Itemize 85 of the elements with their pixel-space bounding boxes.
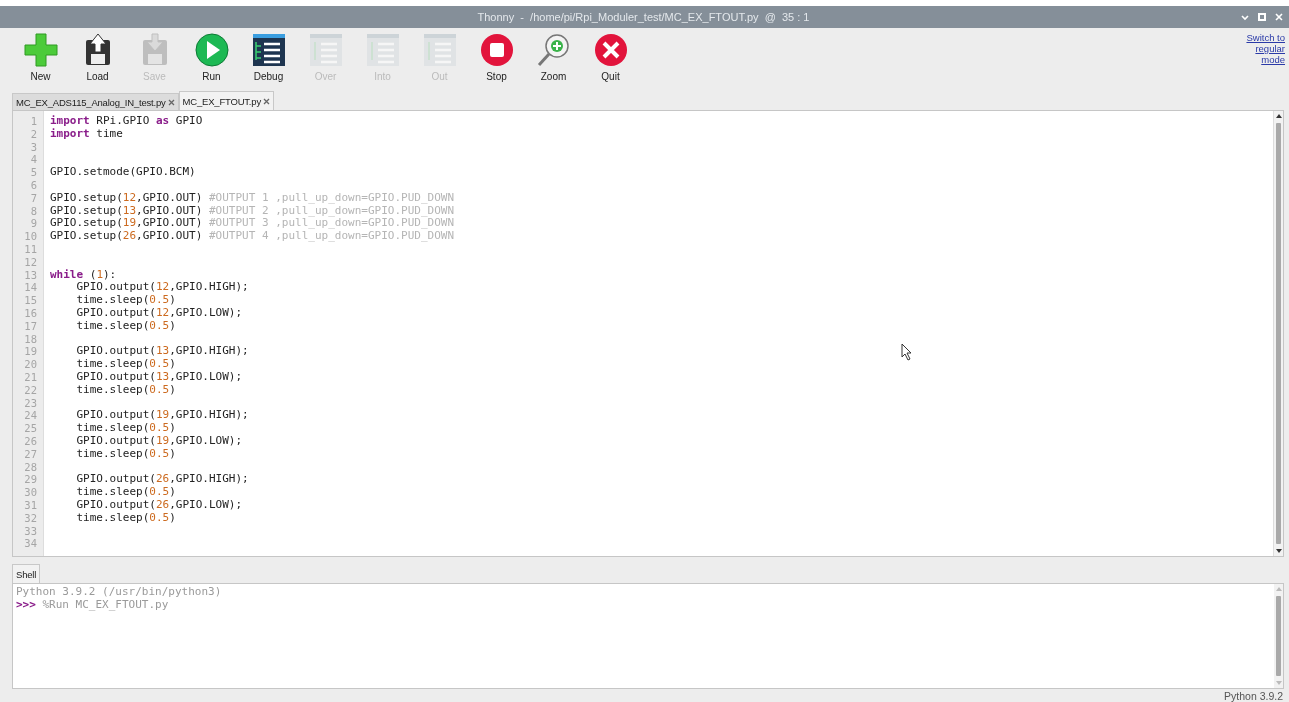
code-line: GPIO.setup(26,GPIO.OUT) #OUTPUT 4 ,pull_up_down=GPIO.PUD_DOWN xyxy=(50,230,454,243)
line-number: 6 xyxy=(29,179,38,192)
code-line: GPIO.output(19,GPIO.HIGH); xyxy=(75,409,249,423)
code-line: GPIO.output(26,GPIO.LOW); xyxy=(75,498,243,512)
line-number: 12 xyxy=(23,255,38,269)
maximize-icon xyxy=(1258,13,1266,21)
line-number: 15 xyxy=(23,294,38,307)
minimize-icon xyxy=(1241,13,1249,21)
line-number: 32 xyxy=(23,511,38,525)
code-line: GPIO.setup(12,GPIO.OUT) #OUTPUT 1 ,pull_up_down=GPIO.PUD_DOWN xyxy=(50,191,454,205)
line-number: 13 xyxy=(23,268,38,282)
code-line: GPIO.setup(13,GPIO.OUT) #OUTPUT 2 ,pull_up_down=GPIO.PUD_DOWN xyxy=(50,204,454,218)
code-line: GPIO.output(12,GPIO.LOW); xyxy=(75,306,243,320)
line-number: 33 xyxy=(23,524,38,538)
toolbar-button[interactable]: Load xyxy=(77,30,118,90)
line-number: 21 xyxy=(23,370,38,384)
line-number: 10 xyxy=(23,230,38,243)
file-tab[interactable]: MC_EX_FTOUT.py xyxy=(178,91,274,110)
code-line: import RPi.GPIO as GPIO xyxy=(50,115,203,128)
line-number: 25 xyxy=(23,422,38,435)
scroll-up-icon xyxy=(1274,113,1283,119)
line-number: 22 xyxy=(23,383,38,397)
line-number: 3 xyxy=(29,140,38,154)
toolbar-button[interactable]: Run xyxy=(191,30,232,90)
file-tab[interactable]: MC_EX_ADS115_Analog_IN_test.py xyxy=(12,93,179,110)
shell-line: Python 3.9.2 (/usr/bin/python3) xyxy=(16,586,223,599)
scrollbar[interactable] xyxy=(1273,111,1283,556)
code-line: GPIO.output(13,GPIO.LOW); xyxy=(75,370,243,384)
line-number: 7 xyxy=(29,191,38,205)
line-number: 18 xyxy=(23,332,38,346)
line-number: 4 xyxy=(29,153,38,167)
line-number: 34 xyxy=(23,537,38,551)
code-line: time.sleep(0.5) xyxy=(75,358,176,371)
toolbar-button[interactable]: Zoom xyxy=(533,30,574,90)
interpreter-status[interactable]: Python 3.9.2 xyxy=(1224,690,1283,702)
line-number: 17 xyxy=(23,319,38,333)
line-number: 16 xyxy=(23,306,38,320)
code-line: time.sleep(0.5) xyxy=(75,511,176,525)
window-title: Thonny - /home/pi/Rpi_Moduler_test/MC_EX_FTOUT.py @ 35 : 1 xyxy=(476,11,811,23)
scroll-down-icon xyxy=(1274,548,1283,554)
code-line: while (1): xyxy=(50,268,117,282)
code-line: GPIO.output(12,GPIO.HIGH); xyxy=(75,281,249,295)
code-line: time.sleep(0.5) xyxy=(75,486,176,499)
code-line: GPIO.setmode(GPIO.BCM) xyxy=(50,166,196,179)
toolbar-button[interactable]: Quit xyxy=(590,30,631,90)
close-icon xyxy=(167,98,175,106)
line-number: 8 xyxy=(29,204,38,218)
close-icon xyxy=(1275,13,1283,21)
shell-line: >>> %Run MC_EX_FTOUT.py xyxy=(16,598,170,611)
line-number: 20 xyxy=(23,358,38,371)
line-number: 1 xyxy=(29,115,38,128)
line-number: 30 xyxy=(23,486,38,499)
line-number: 5 xyxy=(29,166,38,179)
line-number: 9 xyxy=(29,217,38,231)
toolbar-button[interactable]: Debug xyxy=(248,30,289,90)
line-number: 23 xyxy=(23,396,38,410)
plus-icon xyxy=(21,32,60,68)
code-line: time.sleep(0.5) xyxy=(75,294,176,307)
line-number: 14 xyxy=(23,281,38,295)
line-number: 26 xyxy=(23,434,38,448)
toolbar-button[interactable]: Stop xyxy=(476,30,517,90)
code-line: import time xyxy=(50,127,123,141)
line-number: 19 xyxy=(23,345,38,359)
shell-tab[interactable]: Shell xyxy=(12,564,41,583)
code-line: time.sleep(0.5) xyxy=(75,319,176,333)
line-number: 11 xyxy=(23,242,38,256)
code-line: GPIO.output(19,GPIO.LOW); xyxy=(75,434,243,448)
toolbar-button[interactable]: New xyxy=(20,30,61,90)
line-number: 29 xyxy=(23,473,38,487)
line-number: 2 xyxy=(29,127,38,141)
close-icon xyxy=(262,97,270,105)
code-line: time.sleep(0.5) xyxy=(75,383,176,397)
line-number: 24 xyxy=(23,409,38,423)
switch-mode-link[interactable]: Switch to regular mode xyxy=(1237,32,1285,90)
line-number: 28 xyxy=(23,460,38,474)
code-line: time.sleep(0.5) xyxy=(75,422,176,435)
code-line: GPIO.setup(19,GPIO.OUT) #OUTPUT 3 ,pull_up_down=GPIO.PUD_DOWN xyxy=(50,217,454,231)
mouse-pointer-icon xyxy=(901,343,913,361)
code-line: GPIO.output(26,GPIO.HIGH); xyxy=(75,473,249,487)
code-line: time.sleep(0.5) xyxy=(75,447,176,461)
line-number: 27 xyxy=(23,447,38,461)
line-number: 31 xyxy=(23,498,38,512)
scrollbar[interactable] xyxy=(1274,584,1283,688)
code-line: GPIO.output(13,GPIO.HIGH); xyxy=(75,345,249,359)
play-icon xyxy=(192,32,231,68)
